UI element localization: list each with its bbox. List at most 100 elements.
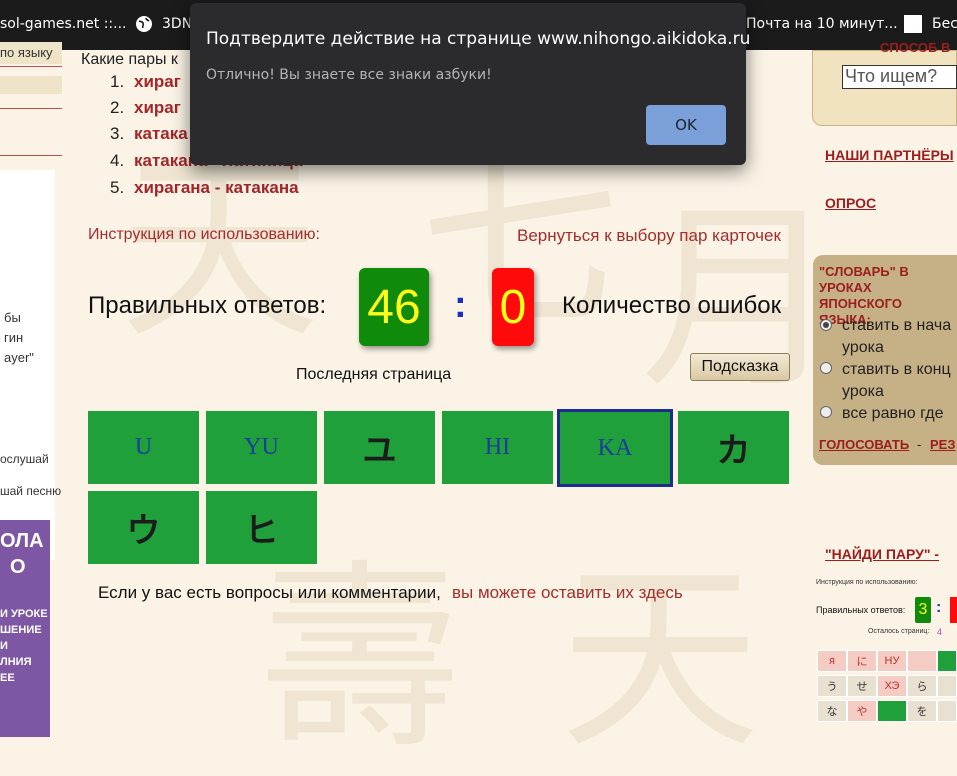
card-romaji[interactable]: YU [206, 411, 317, 484]
instructions-link[interactable]: Инструкция по использованию: [88, 226, 320, 244]
poll-radio-start[interactable] [820, 319, 832, 331]
pair-option-1[interactable]: 1. хираг [110, 72, 181, 92]
card-text: ユ [362, 431, 397, 471]
comments-link[interactable]: вы можете оставить их здесь [452, 583, 683, 603]
left-menu-box [0, 76, 62, 94]
correct-answers-label: Правильных ответов: [88, 292, 327, 319]
dialog-ok-label: OK [675, 116, 697, 134]
pair-number: 1. [110, 72, 125, 91]
mini-card-text: я [829, 655, 835, 667]
search-input[interactable]: Что ищем? [842, 65, 957, 89]
mini-card-text: ら [916, 681, 928, 693]
back-to-pairs-link[interactable]: Вернуться к выбору пар карточек [517, 226, 781, 246]
pair-number: 3. [110, 124, 125, 143]
mini-card: я [817, 650, 847, 672]
page-icon [904, 15, 922, 33]
mini-card: な [817, 700, 847, 722]
mini-errors-box [950, 597, 957, 623]
mini-card: う [817, 675, 847, 697]
mini-card: や [847, 700, 877, 722]
mini-instructions: Инструкция по использованию: [816, 579, 918, 586]
card-text: HI [484, 434, 511, 460]
poll-option-text: урока [842, 339, 884, 356]
mini-correct-count: 3 [915, 597, 931, 623]
poll-heading[interactable]: ОПРОС [825, 195, 876, 211]
bookmark-mail-10min[interactable]: Почта на 10 минут... [746, 16, 898, 32]
globe-icon [135, 15, 153, 33]
card-romaji[interactable]: U [88, 411, 199, 484]
find-pair-link[interactable]: "НАЙДИ ПАРУ" - [825, 546, 939, 562]
errors-label: Количество ошибок [562, 292, 782, 319]
mini-card: を [907, 700, 937, 722]
bookmark-sol-games[interactable]: sol-games.net ::... [0, 16, 126, 32]
mini-card-text: な [826, 706, 838, 718]
promo-text: ЕЕ [0, 672, 15, 684]
mini-card-text: う [826, 681, 838, 693]
promo-text: ЛНИЯ [0, 656, 32, 668]
left-link-song[interactable]: шай песню [0, 484, 62, 498]
card-kana[interactable]: ユ [324, 411, 435, 484]
mini-separator: : [936, 599, 942, 616]
poll-option-text: все равно где [842, 405, 944, 422]
mini-card-text: を [916, 706, 928, 718]
mini-card: ХЭ [877, 675, 907, 697]
card-text: YU [244, 434, 279, 460]
hint-button[interactable]: Подсказка [690, 353, 790, 381]
pair-option-3[interactable]: 3. катака [110, 124, 188, 144]
mini-pages-label: Осталось страниц: [868, 628, 930, 635]
poll-radio-end[interactable] [820, 362, 832, 374]
hint-button-label: Подсказка [701, 358, 779, 375]
mini-card-text: に [856, 656, 868, 668]
pair-option-2[interactable]: 2. хираг [110, 98, 181, 118]
dialog-title: Подтвердите действие на странице www.nih… [206, 29, 751, 49]
promo-text: ОЛА [0, 530, 44, 552]
bookmark-bes[interactable]: Бес [932, 16, 957, 32]
pair-link[interactable]: хираг [134, 98, 181, 117]
mini-card-text: НУ [884, 655, 900, 667]
poll-option-text: урока [842, 383, 884, 400]
card-text: KA [597, 434, 633, 461]
mini-card: НУ [877, 650, 907, 672]
pair-link[interactable]: хираг [134, 72, 181, 91]
promo-banner[interactable]: ОЛА О И УРОКЕ ШЕНИЕ И ЛНИЯ ЕЕ [0, 520, 50, 737]
pair-link[interactable]: хирагана - катакана [134, 178, 299, 197]
card-kana[interactable]: カ [678, 411, 789, 484]
mini-count-text: 3 [918, 601, 928, 618]
comments-text: Если у вас есть вопросы или комментарии, [98, 583, 441, 602]
results-link[interactable]: РЕЗ [930, 437, 956, 452]
card-romaji[interactable]: HI [442, 411, 553, 484]
pair-option-5[interactable]: 5. хирагана - катакана [110, 178, 299, 198]
lang-link[interactable]: по языку [0, 45, 62, 60]
divider [0, 155, 62, 156]
mini-card-text: せ [856, 681, 868, 693]
card-kana[interactable]: ヒ [206, 491, 317, 564]
promo-text: О [10, 556, 26, 578]
left-link-listen[interactable]: ослушай [0, 452, 62, 466]
dialog-message: Отлично! Вы знаете все знаки азбуки! [206, 67, 492, 83]
bookmark-3dn[interactable]: 3DN [162, 16, 192, 32]
pair-number: 4. [110, 151, 125, 170]
poll-radio-any[interactable] [820, 406, 832, 418]
mini-card [877, 700, 907, 722]
pair-number: 2. [110, 98, 125, 117]
card-kana[interactable]: ウ [88, 491, 199, 564]
promo-text: ШЕНИЕ [0, 624, 42, 636]
find-pair-preview[interactable]: Инструкция по использованию: Правильных … [813, 575, 957, 737]
mini-card-text: や [856, 706, 868, 718]
mini-correct-label: Правильных ответов: [816, 605, 906, 615]
pairs-question: Какие пары к [81, 51, 178, 68]
mini-card [937, 700, 957, 722]
dialog-ok-button[interactable]: OK [646, 105, 726, 145]
card-romaji-selected[interactable]: KA [557, 409, 673, 487]
search-heading: СПОСОБ В [880, 40, 951, 55]
card-text: カ [716, 431, 751, 471]
divider [0, 108, 62, 109]
vote-dash: - [917, 437, 922, 452]
left-text-fragment: ayer" [4, 350, 34, 365]
pair-link[interactable]: катака [134, 124, 188, 143]
card-text: ウ [126, 511, 161, 551]
partners-link[interactable]: НАШИ ПАРТНЁРЫ [825, 147, 954, 163]
poll-option-text: ставить в конц [842, 361, 951, 378]
promo-text: И УРОКЕ [0, 608, 48, 620]
vote-link[interactable]: ГОЛОСОВАТЬ [819, 437, 909, 452]
